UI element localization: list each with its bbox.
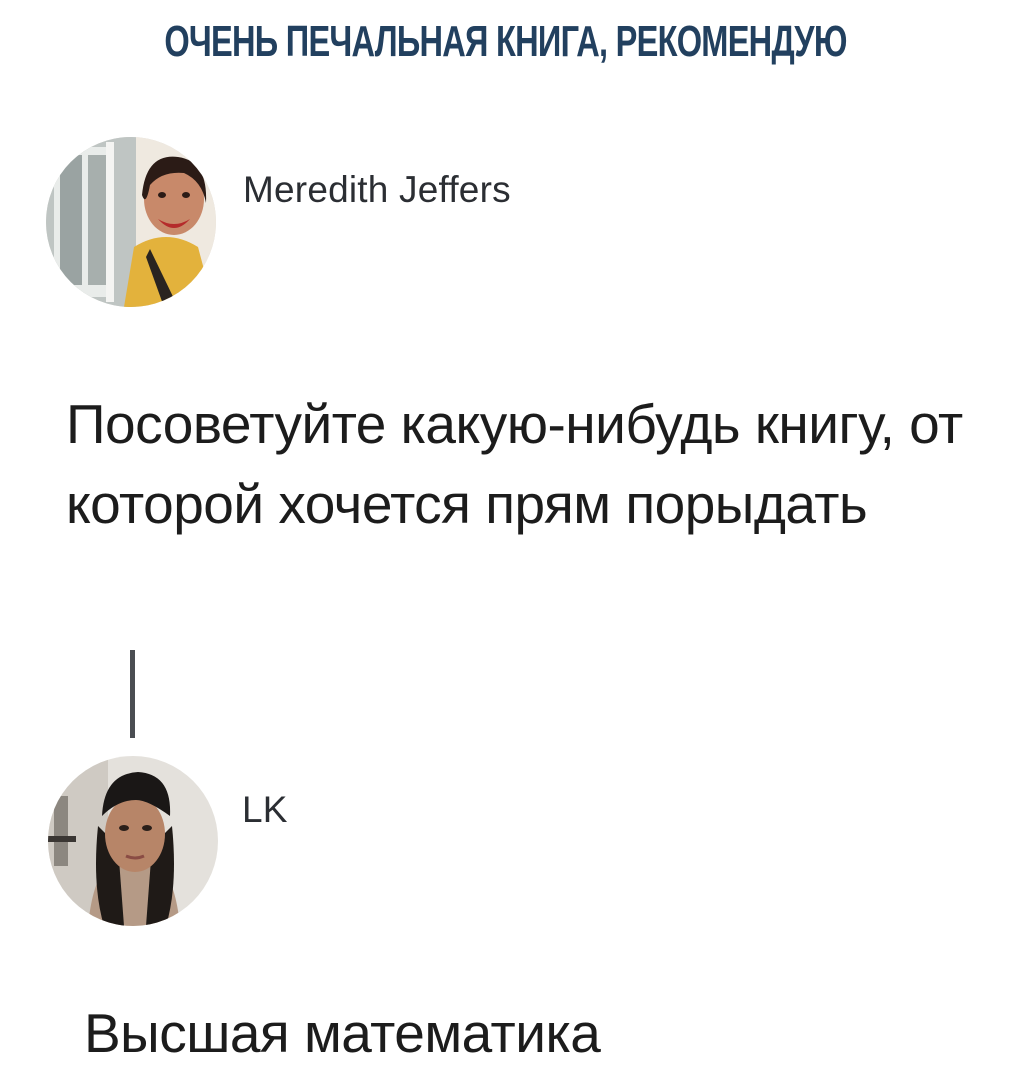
avatar-photo-icon bbox=[46, 137, 216, 307]
thread-connector-line bbox=[130, 650, 135, 738]
post-author-name[interactable]: Meredith Jeffers bbox=[243, 167, 511, 213]
meme-headline: ОЧЕНЬ ПЕЧАЛЬНАЯ КНИГА, РЕКОМЕНДУЮ bbox=[164, 17, 847, 66]
reply-author-avatar[interactable] bbox=[48, 756, 218, 926]
post-text: Посоветуйте какую-нибудь книгу, от котор… bbox=[66, 393, 963, 535]
avatar-photo-icon bbox=[48, 756, 218, 926]
post-author-avatar[interactable] bbox=[46, 137, 216, 307]
reply-author-name[interactable]: LK bbox=[242, 787, 288, 833]
reply-text: Высшая математика bbox=[84, 1002, 601, 1064]
